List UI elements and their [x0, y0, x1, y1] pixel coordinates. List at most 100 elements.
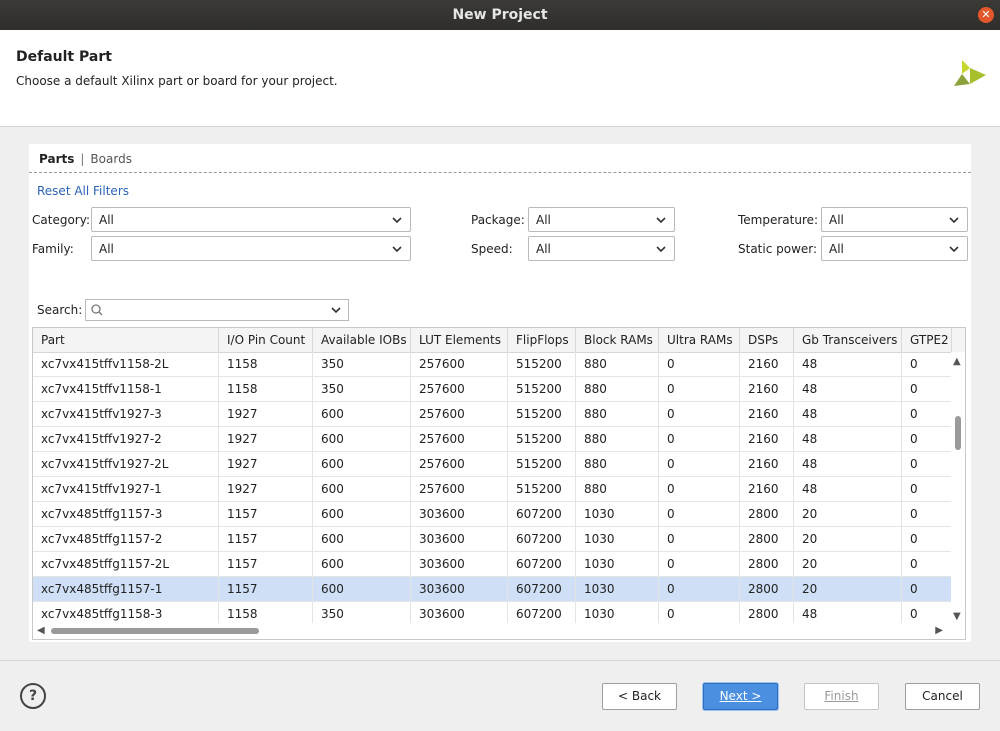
reset-filters-link[interactable]: Reset All Filters [37, 184, 129, 198]
table-cell: 1030 [576, 577, 659, 601]
column-header[interactable]: LUT Elements [411, 328, 508, 352]
table-cell: 600 [313, 402, 411, 426]
static-power-value: All [829, 242, 844, 256]
table-row[interactable]: xc7vx485tffg1157-3 1157 600 303600 607200 103… [33, 502, 951, 527]
vertical-scroll-thumb[interactable] [955, 416, 961, 450]
search-input[interactable]: Q- [85, 299, 349, 321]
table-cell: 2160 [740, 477, 794, 501]
chevron-down-icon [656, 246, 666, 253]
table-cell: 607200 [508, 502, 576, 526]
table-cell: 257600 [411, 452, 508, 476]
table-cell: 2160 [740, 452, 794, 476]
table-cell: 350 [313, 377, 411, 401]
tab-divider [29, 172, 971, 173]
horizontal-scrollbar[interactable]: ◀ ▶ [33, 623, 965, 639]
column-header[interactable]: Gb Transceivers [794, 328, 902, 352]
table-cell: xc7vx415tffv1927-2L [33, 452, 219, 476]
column-header[interactable]: DSPs [740, 328, 794, 352]
table-cell: 2160 [740, 377, 794, 401]
package-select[interactable]: All [528, 207, 675, 232]
vertical-scrollbar[interactable]: ▲ ▼ [951, 352, 965, 624]
static-power-label: Static power: [738, 242, 818, 256]
table-cell: 0 [902, 552, 951, 576]
family-select[interactable]: All [91, 236, 411, 261]
scroll-down-icon[interactable]: ▼ [953, 611, 961, 622]
table-cell: 48 [794, 402, 902, 426]
table-cell: 600 [313, 477, 411, 501]
table-cell: 515200 [508, 352, 576, 376]
table-cell: 0 [659, 452, 740, 476]
table-cell: 880 [576, 352, 659, 376]
table-cell: 607200 [508, 602, 576, 624]
speed-select[interactable]: All [528, 236, 675, 261]
table-cell: 20 [794, 527, 902, 551]
horizontal-scroll-thumb[interactable] [51, 628, 259, 634]
table-cell: 303600 [411, 527, 508, 551]
table-cell: 257600 [411, 402, 508, 426]
temperature-select[interactable]: All [821, 207, 968, 232]
table-row[interactable]: xc7vx485tffg1158-3 1158 350 303600 607200 103… [33, 602, 951, 624]
scroll-right-icon[interactable]: ▶ [935, 625, 943, 636]
table-cell: 1030 [576, 602, 659, 624]
table-cell: 0 [659, 602, 740, 624]
table-cell: 600 [313, 427, 411, 451]
cancel-button[interactable]: Cancel [905, 683, 980, 710]
table-cell: 48 [794, 352, 902, 376]
table-cell: 600 [313, 577, 411, 601]
parts-panel: Parts | Boards Reset All Filters Category:… [29, 144, 971, 642]
column-header[interactable]: Ultra RAMs [659, 328, 740, 352]
table-cell: 0 [902, 427, 951, 451]
table-row[interactable]: xc7vx415tffv1158-1 1158 350 257600 515200 880… [33, 377, 951, 402]
table-cell: 1030 [576, 502, 659, 526]
category-select[interactable]: All [91, 207, 411, 232]
column-header[interactable]: Block RAMs [576, 328, 659, 352]
table-cell: xc7vx485tffg1157-2L [33, 552, 219, 576]
table-row[interactable]: xc7vx415tffv1158-2L 1158 350 257600 515200 88… [33, 352, 951, 377]
table-row[interactable]: xc7vx485tffg1157-1 1157 600 303600 607200 103… [33, 577, 951, 602]
table-cell: 880 [576, 427, 659, 451]
table-row[interactable]: xc7vx415tffv1927-1 1927 600 257600 515200 880… [33, 477, 951, 502]
table-row[interactable]: xc7vx485tffg1157-2 1157 600 303600 607200 103… [33, 527, 951, 552]
table-cell: 0 [902, 452, 951, 476]
table-row[interactable]: xc7vx485tffg1157-2L 1157 600 303600 607200 10… [33, 552, 951, 577]
column-header[interactable]: FlipFlops [508, 328, 576, 352]
table-cell: 20 [794, 577, 902, 601]
table-cell: 880 [576, 377, 659, 401]
table-cell: xc7vx485tffg1157-1 [33, 577, 219, 601]
table-header: Part I/O Pin Count Available IOBs LUT Eleme… [33, 328, 965, 353]
tab-boards[interactable]: Boards [90, 152, 132, 166]
table-cell: 48 [794, 377, 902, 401]
temperature-value: All [829, 213, 844, 227]
table-cell: xc7vx415tffv1927-1 [33, 477, 219, 501]
table-cell: 2800 [740, 502, 794, 526]
column-header[interactable]: Part [33, 328, 219, 352]
table-cell: 0 [659, 352, 740, 376]
chevron-down-icon [949, 246, 959, 253]
next-button[interactable]: Next > [703, 683, 778, 710]
back-button[interactable]: < Back [602, 683, 677, 710]
chevron-down-icon [392, 246, 402, 253]
table-cell: 2800 [740, 577, 794, 601]
table-cell: 0 [659, 377, 740, 401]
table-cell: 600 [313, 527, 411, 551]
window-title: New Project [452, 7, 548, 23]
finish-button: Finish [804, 683, 879, 710]
table-row[interactable]: xc7vx415tffv1927-2 1927 600 257600 515200 880… [33, 427, 951, 452]
table-cell: xc7vx415tffv1158-2L [33, 352, 219, 376]
tab-parts[interactable]: Parts [39, 152, 74, 166]
scroll-left-icon[interactable]: ◀ [37, 625, 45, 636]
table-row[interactable]: xc7vx415tffv1927-3 1927 600 257600 515200 880… [33, 402, 951, 427]
column-header[interactable]: Available IOBs [313, 328, 411, 352]
column-header[interactable]: I/O Pin Count [219, 328, 313, 352]
chevron-down-icon[interactable] [329, 303, 343, 317]
static-power-select[interactable]: All [821, 236, 968, 261]
scroll-up-icon[interactable]: ▲ [953, 356, 961, 367]
table-row[interactable]: xc7vx415tffv1927-2L 1927 600 257600 515200 88… [33, 452, 951, 477]
help-icon[interactable]: ? [20, 683, 46, 709]
column-header[interactable]: GTPE2 Transceivers [902, 328, 952, 352]
table-cell: 2160 [740, 402, 794, 426]
table-cell: 880 [576, 452, 659, 476]
table-cell: 303600 [411, 552, 508, 576]
speed-value: All [536, 242, 551, 256]
close-icon[interactable]: ✕ [978, 7, 994, 23]
